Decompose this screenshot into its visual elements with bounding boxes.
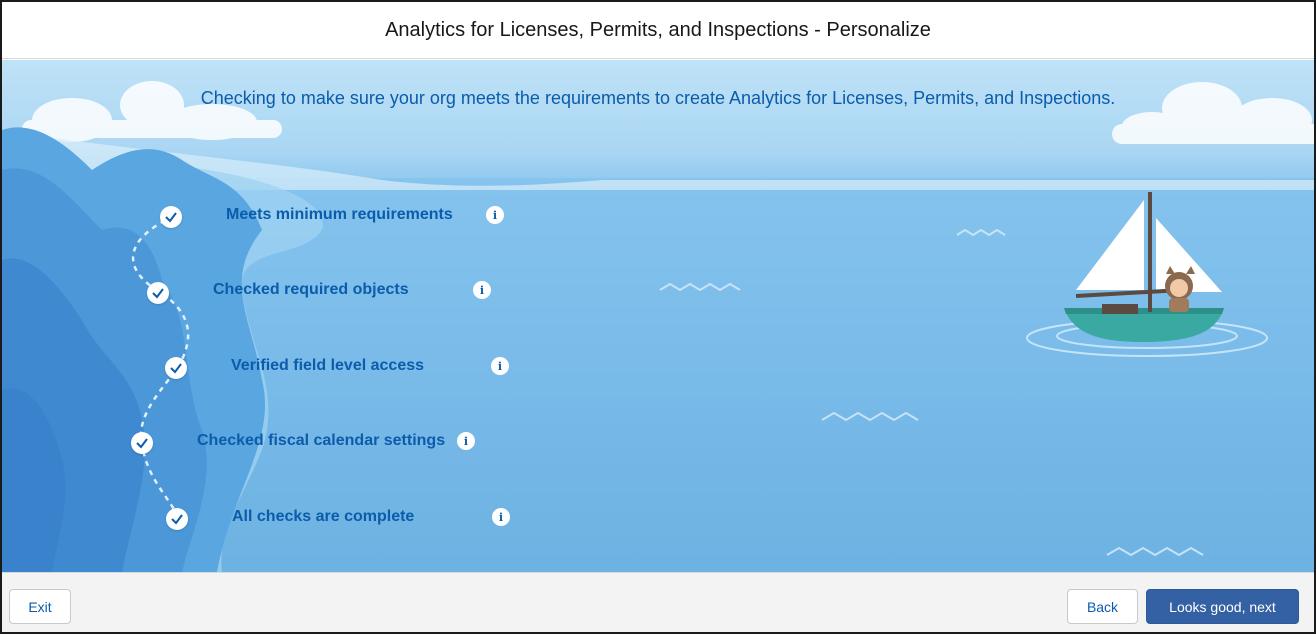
- step-label-required-objects: Checked required objects: [213, 281, 409, 298]
- check-icon: [131, 432, 153, 454]
- page-title: Analytics for Licenses, Permits, and Ins…: [385, 18, 931, 41]
- info-icon[interactable]: i: [491, 357, 509, 375]
- info-icon[interactable]: i: [492, 508, 510, 526]
- info-icon[interactable]: i: [457, 432, 475, 450]
- back-button[interactable]: Back: [1067, 589, 1138, 624]
- check-icon: [165, 357, 187, 379]
- landscape-illustration: [2, 81, 1314, 572]
- step-label-minimum-requirements: Meets minimum requirements: [226, 206, 453, 223]
- check-icon: [160, 206, 182, 228]
- info-icon[interactable]: i: [473, 281, 491, 299]
- check-icon: [166, 508, 188, 530]
- info-icon[interactable]: i: [486, 206, 504, 224]
- step-label-field-level-access: Verified field level access: [231, 357, 425, 374]
- step-label-fiscal-calendar: Checked fiscal calendar settings: [197, 432, 446, 449]
- intro-text: Checking to make sure your org meets the…: [200, 88, 1116, 108]
- check-icon: [147, 282, 169, 304]
- illustration-scene: Checking to make sure your org meets the…: [2, 60, 1314, 572]
- next-button[interactable]: Looks good, next: [1146, 589, 1299, 624]
- header: Analytics for Licenses, Permits, and Ins…: [2, 2, 1314, 59]
- footer-bar: Exit Back Looks good, next: [2, 572, 1314, 632]
- step-label-all-checks-complete: All checks are complete: [232, 508, 415, 525]
- wizard-window: Analytics for Licenses, Permits, and Ins…: [0, 0, 1316, 634]
- exit-button[interactable]: Exit: [9, 589, 71, 624]
